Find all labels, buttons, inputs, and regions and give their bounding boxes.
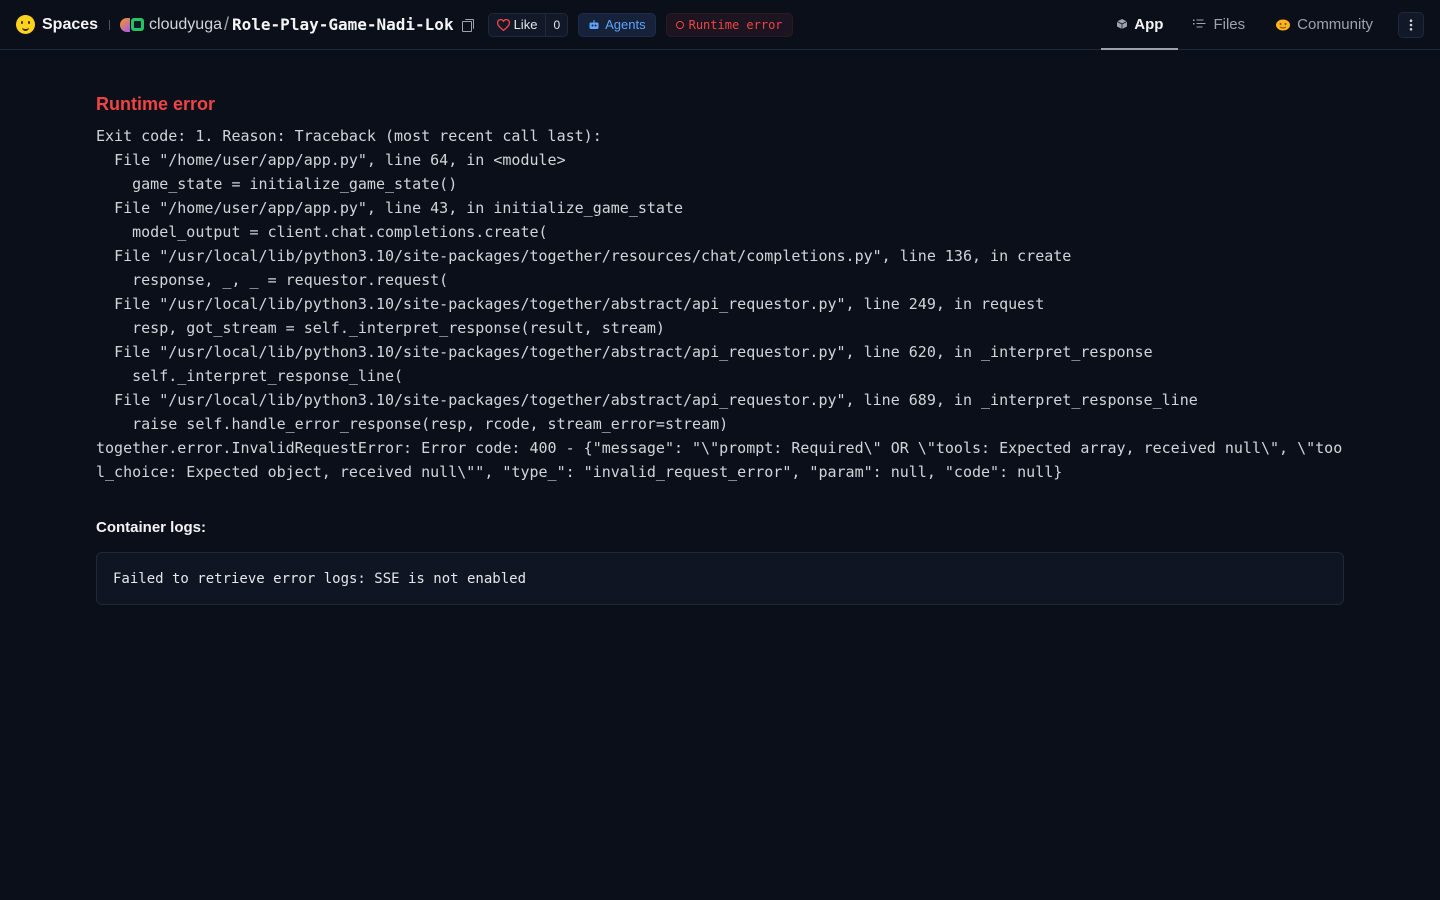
owner-avatar: [120, 17, 145, 32]
like-label: Like: [513, 17, 538, 32]
breadcrumb-slash: /: [224, 14, 230, 34]
runtime-status-badge[interactable]: Runtime error: [665, 12, 793, 37]
like-button[interactable]: Like 0: [487, 12, 569, 37]
error-panel: Runtime error Exit code: 1. Reason: Trac…: [96, 92, 1344, 605]
heart-icon: [496, 18, 510, 31]
container-logs-message: Failed to retrieve error logs: SSE is no…: [113, 570, 527, 587]
space-tabs: App Files Community: [1101, 0, 1440, 50]
vertical-dots-icon: [1409, 19, 1413, 31]
cube-icon: [1117, 19, 1128, 29]
spaces-home-link[interactable]: Spaces: [16, 15, 98, 34]
spaces-label: Spaces: [42, 15, 99, 33]
error-traceback: Exit code: 1. Reason: Traceback (most re…: [96, 127, 1343, 481]
agents-label: Agents: [605, 17, 646, 32]
tab-app[interactable]: App: [1101, 0, 1179, 50]
status-circle-icon: [675, 20, 684, 29]
breadcrumb-divider: [109, 19, 111, 30]
tab-community[interactable]: Community: [1260, 0, 1388, 50]
tab-files[interactable]: Files: [1178, 0, 1260, 50]
container-logs-heading: Container logs:: [96, 519, 207, 536]
container-logs-box: Failed to retrieve error logs: SSE is no…: [96, 552, 1344, 605]
community-icon: [1276, 19, 1291, 31]
files-icon: [1193, 19, 1206, 28]
agents-button[interactable]: Agents: [578, 12, 656, 37]
hugging-face-logo-icon: [16, 15, 35, 34]
error-title: Runtime error: [96, 94, 216, 114]
top-navigation-bar: Spaces cloudyuga / Role-Play-Game-Nadi-L…: [0, 0, 1440, 50]
like-count: 0: [545, 13, 567, 36]
breadcrumb: Spaces cloudyuga / Role-Play-Game-Nadi-L…: [0, 0, 793, 50]
repo-name-link[interactable]: Role-Play-Game-Nadi-Lok: [232, 15, 454, 34]
status-label: Runtime error: [688, 17, 783, 32]
tab-app-label: App: [1134, 15, 1164, 33]
copy-icon[interactable]: [461, 18, 474, 32]
tab-files-label: Files: [1213, 15, 1246, 33]
tab-community-label: Community: [1297, 15, 1373, 33]
robot-icon: [589, 19, 599, 29]
owner-link[interactable]: cloudyuga: [149, 16, 222, 34]
more-options-button[interactable]: [1398, 12, 1424, 38]
